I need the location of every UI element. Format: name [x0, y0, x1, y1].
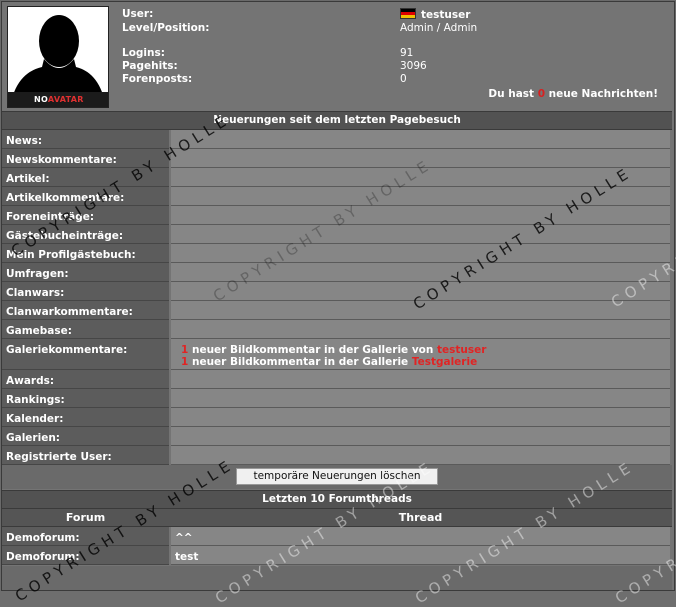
level-label: Level/Position: — [122, 22, 210, 34]
profile-header: NOAVATAR User: testuser Level/Position: … — [2, 2, 672, 110]
update-row: Awards: — [2, 370, 672, 389]
update-row: Galerien: — [2, 427, 672, 446]
update-row-value — [171, 370, 670, 389]
thread-title[interactable]: test — [171, 546, 670, 565]
user-label: User: — [122, 8, 154, 20]
update-row-label: Artikel: — [2, 168, 169, 187]
update-row: Clanwars: — [2, 282, 672, 301]
messages-count: 0 — [537, 88, 546, 100]
level-value: Admin / Admin — [400, 22, 478, 34]
update-row-label: Mein Profilgästebuch: — [2, 244, 169, 263]
gallery-link[interactable]: testuser — [437, 344, 486, 356]
update-row-label: Umfragen: — [2, 263, 169, 282]
update-row-label: Foreneinträge: — [2, 206, 169, 225]
thread-row[interactable]: Demoforum: ^^ — [2, 527, 672, 546]
update-row-label: Rankings: — [2, 389, 169, 408]
update-row-value — [171, 427, 670, 446]
update-row-value — [171, 130, 670, 149]
update-row-label: Artikelkommentare: — [2, 187, 169, 206]
logins-label: Logins: — [122, 47, 165, 59]
update-row-label: Clanwars: — [2, 282, 169, 301]
comment-text: neuer Bildkommentar in der Gallerie — [188, 356, 412, 368]
update-row: Kalender: — [2, 408, 672, 427]
column-thread: Thread — [398, 511, 443, 524]
update-row-value — [171, 244, 670, 263]
update-row-label: Galerien: — [2, 427, 169, 446]
thread-forum[interactable]: Demoforum: — [2, 527, 169, 546]
update-row-label: Gamebase: — [2, 320, 169, 339]
update-row: Gamebase: — [2, 320, 672, 339]
logins-value: 91 — [400, 47, 414, 59]
update-row: Rankings: — [2, 389, 672, 408]
update-row: News: — [2, 130, 672, 149]
update-row-value — [171, 446, 670, 465]
forenposts-value: 0 — [400, 73, 407, 85]
update-row: Newskommentare: — [2, 149, 672, 168]
user-value[interactable]: testuser — [400, 8, 470, 21]
pagehits-label: Pagehits: — [122, 60, 178, 72]
gallery-link[interactable]: Testgalerie — [412, 356, 477, 368]
footer-bar — [2, 566, 672, 590]
update-row-label: Awards: — [2, 370, 169, 389]
update-row-label: Gästebucheinträge: — [2, 225, 169, 244]
update-row-value — [171, 263, 670, 282]
update-row: Galeriekommentare: 1 neuer Bildkommentar … — [2, 339, 672, 370]
avatar[interactable]: NOAVATAR — [7, 6, 109, 108]
clear-updates-button[interactable]: temporäre Neuerungen löschen — [236, 468, 438, 485]
threads-column-header: Forum Thread — [2, 509, 672, 527]
update-row-label: News: — [2, 130, 169, 149]
thread-title[interactable]: ^^ — [171, 527, 670, 546]
updates-section-title: Neuerungen seit dem letzten Pagebesuch — [2, 111, 672, 130]
update-row-label: Kalender: — [2, 408, 169, 427]
update-row-value — [171, 301, 670, 320]
pagehits-value: 3096 — [400, 60, 427, 72]
update-row: Umfragen: — [2, 263, 672, 282]
update-row-value — [171, 225, 670, 244]
update-row-label: Clanwarkommentare: — [2, 301, 169, 320]
update-row: Foreneinträge: — [2, 206, 672, 225]
update-row: Artikel: — [2, 168, 672, 187]
update-row-value — [171, 149, 670, 168]
clear-row: temporäre Neuerungen löschen — [2, 465, 672, 489]
update-row: Registrierte User: — [2, 446, 672, 465]
update-row: Clanwarkommentare: — [2, 301, 672, 320]
update-row-value — [171, 206, 670, 225]
gallery-comment-line[interactable]: 1 neuer Bildkommentar in der Gallerie vo… — [181, 344, 670, 356]
update-row-value — [171, 187, 670, 206]
update-row: Mein Profilgästebuch: — [2, 244, 672, 263]
update-row-label: Newskommentare: — [2, 149, 169, 168]
update-row-value — [171, 408, 670, 427]
update-row-value — [171, 168, 670, 187]
update-row-value — [171, 320, 670, 339]
forenposts-label: Forenposts: — [122, 73, 193, 85]
comment-text: neuer Bildkommentar in der Gallerie von — [188, 344, 438, 356]
update-row: Artikelkommentare: — [2, 187, 672, 206]
threads-section-title: Letzten 10 Forumthreads — [2, 490, 672, 509]
update-row-label: Registrierte User: — [2, 446, 169, 465]
avatar-caption: NOAVATAR — [8, 92, 108, 107]
update-row-value: 1 neuer Bildkommentar in der Gallerie vo… — [171, 339, 670, 370]
update-row: Gästebucheinträge: — [2, 225, 672, 244]
update-row-value — [171, 282, 670, 301]
update-row-value — [171, 389, 670, 408]
column-forum: Forum — [65, 511, 106, 524]
thread-forum[interactable]: Demoforum: — [2, 546, 169, 565]
page: NOAVATAR User: testuser Level/Position: … — [0, 0, 676, 607]
update-row-label: Galeriekommentare: — [2, 339, 169, 370]
gallery-comment-line[interactable]: 1 neuer Bildkommentar in der Gallerie Te… — [181, 356, 670, 368]
messages-notice[interactable]: Du hast 0 neue Nachrichten! — [488, 88, 658, 100]
germany-flag-icon — [400, 8, 416, 19]
thread-row[interactable]: Demoforum: test — [2, 546, 672, 565]
